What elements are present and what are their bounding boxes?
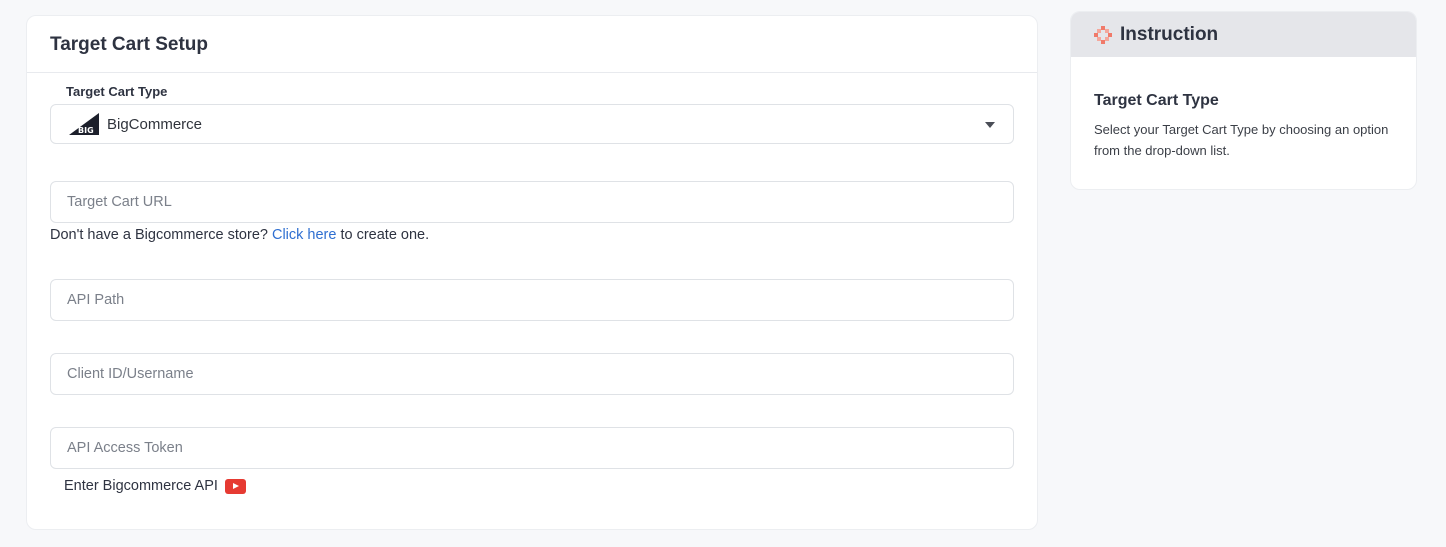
card-header: Target Cart Setup bbox=[27, 16, 1037, 73]
api-help-text: Enter Bigcommerce API bbox=[64, 478, 218, 494]
cart-type-select[interactable]: BIG BigCommerce bbox=[50, 104, 1014, 144]
helper-suffix: to create one. bbox=[336, 227, 430, 243]
client-id-input[interactable] bbox=[50, 353, 1014, 395]
chevron-down-icon[interactable] bbox=[985, 122, 995, 128]
helper-prefix: Don't have a Bigcommerce store? bbox=[50, 227, 272, 243]
instruction-title: Instruction bbox=[1120, 23, 1219, 45]
page-title: Target Cart Setup bbox=[50, 34, 209, 55]
api-help: Enter Bigcommerce API bbox=[64, 478, 246, 494]
create-store-link[interactable]: Click here bbox=[272, 227, 336, 243]
cart-type-label: Target Cart Type bbox=[66, 84, 168, 99]
instruction-text: Select your Target Cart Type by choosing… bbox=[1094, 122, 1389, 158]
svg-text:BIG: BIG bbox=[78, 126, 94, 135]
youtube-icon[interactable] bbox=[224, 478, 246, 494]
api-access-token-input[interactable] bbox=[50, 427, 1014, 469]
target-cart-setup-card: Target Cart Setup Target Cart Type BIG B… bbox=[26, 15, 1038, 530]
instruction-subtitle: Target Cart Type bbox=[1094, 92, 1219, 109]
create-store-helper: Don't have a Bigcommerce store? Click he… bbox=[50, 227, 429, 243]
bigcommerce-logo-icon: BIG bbox=[69, 113, 99, 135]
instruction-icon bbox=[1094, 25, 1112, 44]
instruction-header: Instruction bbox=[1071, 12, 1416, 57]
target-cart-url-input[interactable] bbox=[50, 181, 1014, 223]
cart-type-value: BigCommerce bbox=[107, 115, 203, 133]
api-path-input[interactable] bbox=[50, 279, 1014, 321]
instruction-panel: Instruction Target Cart Type Select your… bbox=[1070, 11, 1417, 190]
